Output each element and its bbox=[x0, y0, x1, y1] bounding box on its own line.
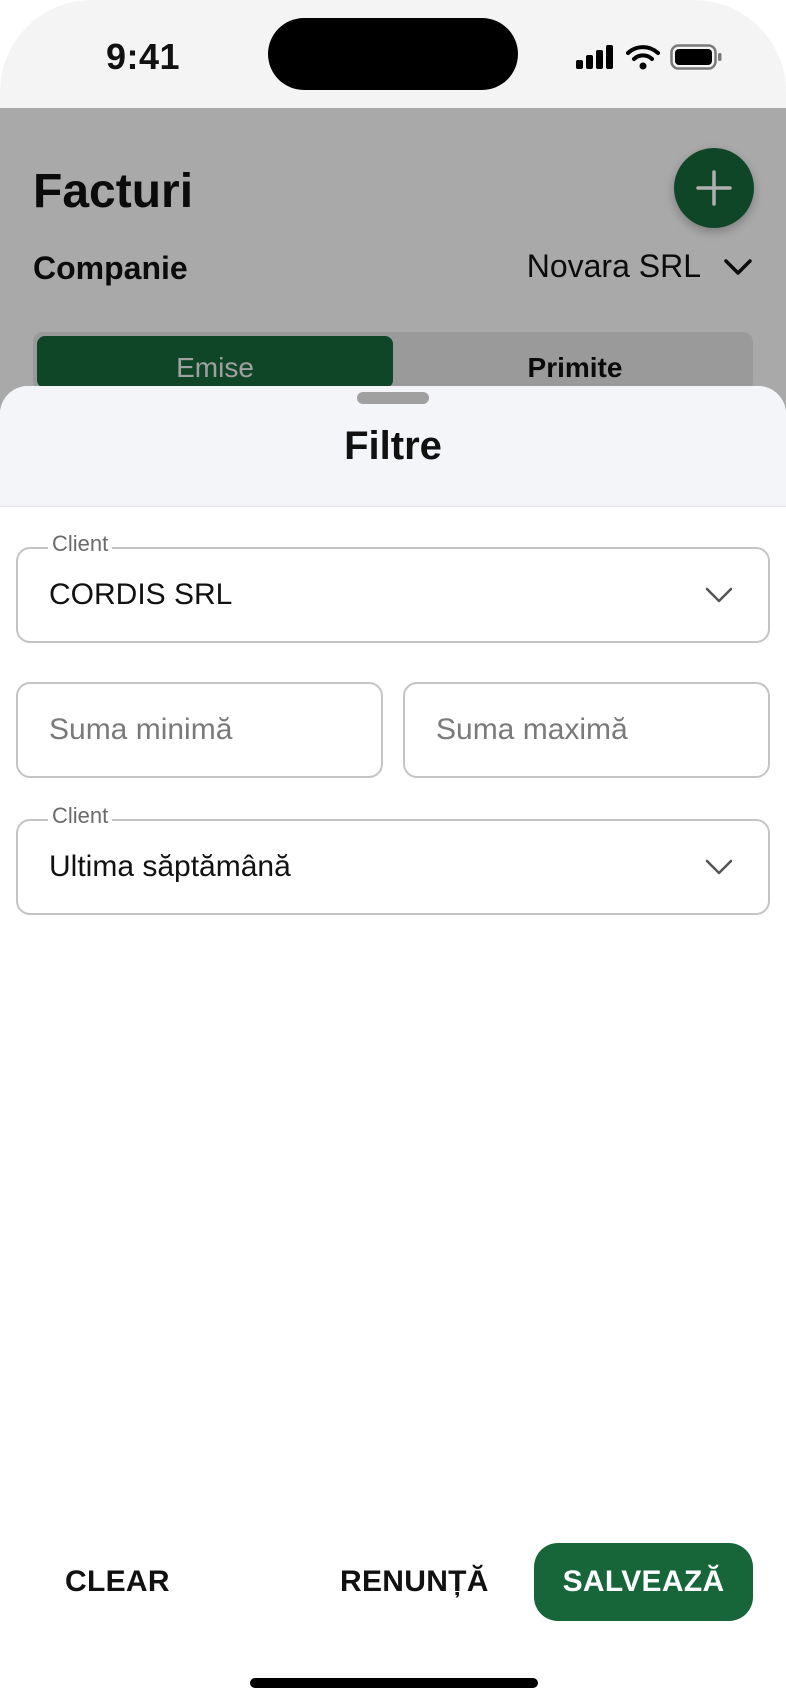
phone-screen: Facturi Companie Novara SRL Emise Primit… bbox=[0, 0, 786, 1704]
save-button[interactable]: SALVEAZĂ bbox=[534, 1543, 753, 1621]
sheet-title: Filtre bbox=[344, 424, 442, 468]
status-icons bbox=[576, 44, 722, 70]
chevron-down-icon bbox=[705, 587, 733, 603]
period-select[interactable]: Client Ultima săptămână bbox=[16, 803, 770, 915]
client-label: Client bbox=[48, 531, 113, 557]
min-amount-field[interactable]: Suma minimă bbox=[16, 682, 383, 778]
max-amount-placeholder: Suma maximă bbox=[436, 713, 628, 746]
client-select[interactable]: Client CORDIS SRL bbox=[16, 531, 770, 643]
home-indicator bbox=[250, 1678, 538, 1688]
client-value: CORDIS SRL bbox=[49, 578, 233, 611]
cancel-button[interactable]: RENUNȚĂ bbox=[340, 1565, 489, 1599]
max-amount-field[interactable]: Suma maximă bbox=[403, 682, 770, 778]
filters-sheet: Filtre Client CORDIS SRL Suma minimă Sum… bbox=[0, 386, 786, 1704]
chevron-down-icon bbox=[705, 859, 733, 875]
status-time: 9:41 bbox=[106, 36, 181, 77]
min-amount-placeholder: Suma minimă bbox=[49, 713, 233, 746]
status-bar: 9:41 bbox=[0, 0, 786, 108]
sheet-header: Filtre bbox=[0, 386, 786, 507]
dynamic-island bbox=[268, 18, 518, 90]
battery-icon bbox=[670, 44, 722, 70]
period-value: Ultima săptămână bbox=[49, 850, 291, 883]
period-label: Client bbox=[48, 803, 113, 829]
cellular-signal-icon bbox=[576, 45, 613, 69]
sheet-grabber[interactable] bbox=[357, 392, 429, 404]
wifi-icon bbox=[626, 45, 660, 70]
clear-button[interactable]: CLEAR bbox=[65, 1565, 170, 1599]
